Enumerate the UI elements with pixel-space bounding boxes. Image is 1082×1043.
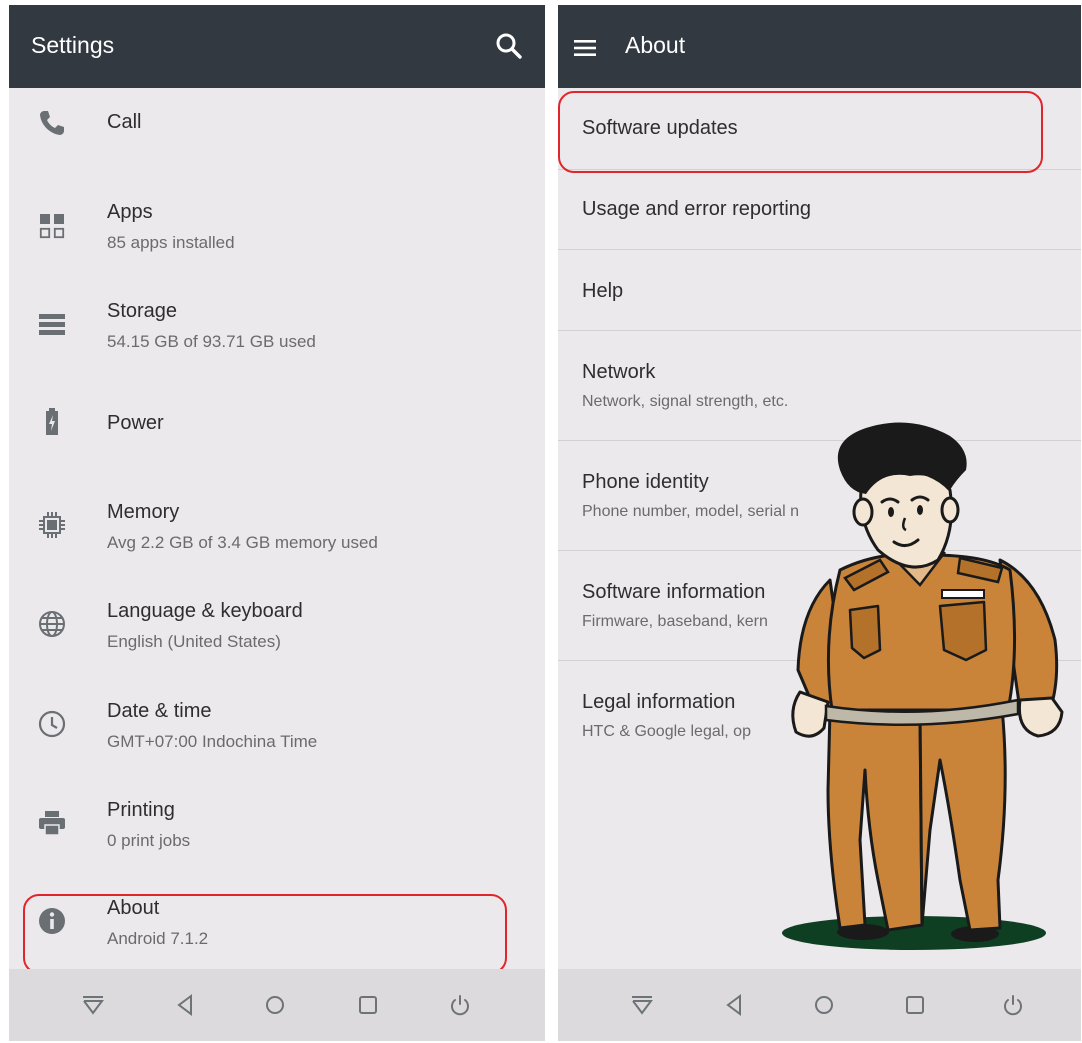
page-title: Settings: [31, 32, 115, 58]
navigation-bar: [9, 969, 545, 1041]
settings-item-title: Call: [107, 111, 142, 133]
about-app-bar: About: [558, 5, 1081, 88]
power-icon[interactable]: [999, 991, 1027, 1019]
settings-item-storage[interactable]: Storage 54.15 GB of 93.71 GB used: [9, 292, 545, 364]
settings-item-subtitle: 0 print jobs: [107, 831, 191, 850]
recents-icon[interactable]: [901, 991, 929, 1019]
home-icon[interactable]: [810, 991, 838, 1019]
globe-icon: [36, 608, 68, 640]
power-icon[interactable]: [446, 991, 474, 1019]
notifications-down-icon[interactable]: [628, 991, 656, 1019]
about-item-subtitle: Network, signal strength, etc.: [582, 393, 789, 410]
about-item-help[interactable]: Help: [558, 250, 1081, 330]
settings-item-title: Power: [107, 412, 164, 434]
home-icon[interactable]: [261, 991, 289, 1019]
apps-grid-icon: [36, 210, 68, 242]
navigation-bar: [558, 969, 1081, 1041]
settings-item-printing[interactable]: Printing 0 print jobs: [9, 791, 545, 863]
about-item-title: Software information: [582, 581, 766, 603]
storage-icon: [36, 308, 68, 340]
back-icon[interactable]: [720, 991, 748, 1019]
about-item-subtitle: Phone number, model, serial n: [582, 503, 800, 520]
settings-item-power[interactable]: Power: [9, 401, 545, 461]
settings-item-title: Memory: [107, 501, 180, 523]
about-item-usage-reporting[interactable]: Usage and error reporting: [558, 170, 1081, 250]
about-item-title: Software updates: [582, 117, 738, 139]
settings-screen: Settings Call Apps 85 apps installed Sto…: [9, 5, 545, 1041]
cartoon-officer-illustration: [782, 422, 1064, 950]
settings-item-title: Storage: [107, 300, 178, 322]
hamburger-menu-icon[interactable]: [572, 34, 602, 62]
settings-item-subtitle: Avg 2.2 GB of 3.4 GB memory used: [107, 533, 378, 552]
settings-item-about[interactable]: About Android 7.1.2: [9, 893, 545, 965]
settings-item-title: Printing: [107, 799, 175, 821]
info-icon: [36, 905, 68, 937]
settings-item-title: Apps: [107, 201, 153, 223]
about-item-title: Phone identity: [582, 471, 709, 493]
about-item-subtitle: Firmware, baseband, kern: [582, 613, 768, 630]
about-item-title: Network: [582, 361, 656, 383]
settings-item-title: Language & keyboard: [107, 600, 303, 622]
about-item-title: Help: [582, 280, 624, 302]
settings-item-title: Date & time: [107, 700, 212, 722]
recents-icon[interactable]: [354, 991, 382, 1019]
back-icon[interactable]: [171, 991, 199, 1019]
settings-item-subtitle: English (United States): [107, 632, 281, 651]
search-icon[interactable]: [491, 29, 527, 65]
about-item-subtitle: HTC & Google legal, op: [582, 723, 751, 740]
settings-item-subtitle: GMT+07:00 Indochina Time: [107, 732, 318, 751]
settings-item-date-time[interactable]: Date & time GMT+07:00 Indochina Time: [9, 692, 545, 764]
about-item-title: Legal information: [582, 691, 736, 713]
page-title: About: [625, 32, 686, 58]
settings-item-language[interactable]: Language & keyboard English (United Stat…: [9, 592, 545, 664]
settings-item-memory[interactable]: Memory Avg 2.2 GB of 3.4 GB memory used: [9, 493, 545, 565]
settings-item-subtitle: 85 apps installed: [107, 233, 235, 252]
settings-item-apps[interactable]: Apps 85 apps installed: [9, 193, 545, 265]
battery-icon: [36, 406, 68, 438]
settings-item-subtitle: Android 7.1.2: [107, 929, 209, 948]
settings-item-title: About: [107, 897, 160, 919]
settings-item-call[interactable]: Call: [9, 103, 545, 163]
settings-item-subtitle: 54.15 GB of 93.71 GB used: [107, 332, 316, 351]
about-item-software-updates[interactable]: Software updates: [558, 90, 1081, 170]
phone-icon: [36, 107, 68, 139]
clock-icon: [36, 708, 68, 740]
memory-chip-icon: [36, 509, 68, 541]
printer-icon: [36, 807, 68, 839]
notifications-down-icon[interactable]: [79, 991, 107, 1019]
settings-app-bar: Settings: [9, 5, 545, 88]
about-item-title: Usage and error reporting: [582, 198, 812, 220]
